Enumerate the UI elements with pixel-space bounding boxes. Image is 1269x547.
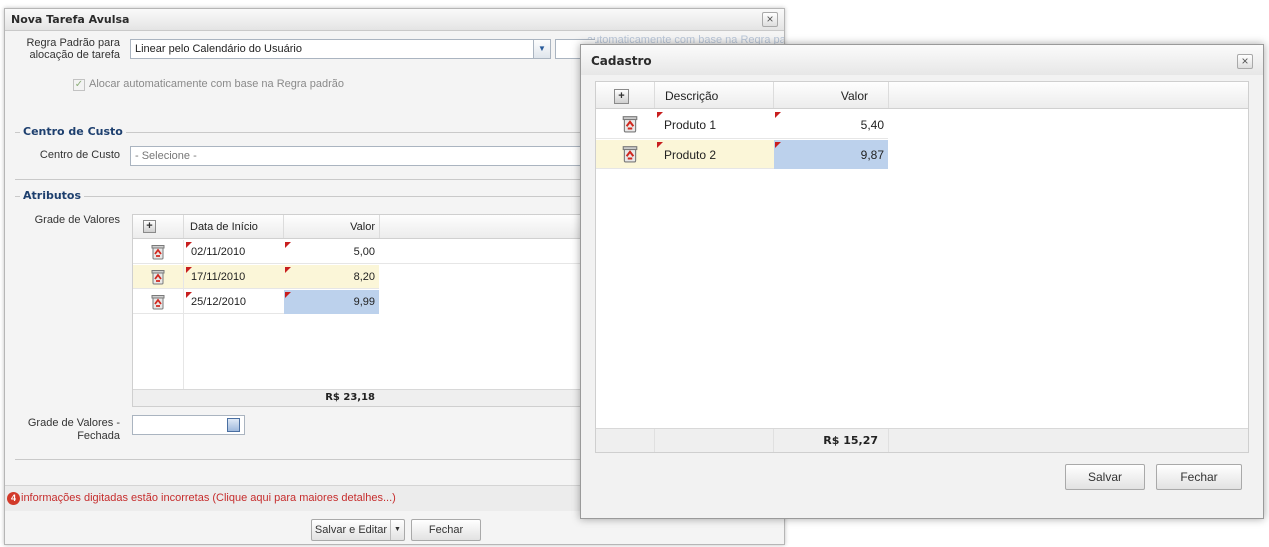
rule-label-line1: Regra Padrão para bbox=[26, 37, 120, 49]
chevron-down-icon[interactable]: ▼ bbox=[533, 40, 550, 58]
values-grid-footer: R$ 23,18 bbox=[133, 389, 586, 406]
row-value[interactable]: 9,87 bbox=[776, 148, 884, 162]
trash-icon[interactable] bbox=[150, 244, 166, 260]
table-row[interactable]: Produto 1 5,40 bbox=[596, 110, 888, 139]
row-value[interactable]: 8,20 bbox=[285, 271, 375, 283]
trash-icon[interactable] bbox=[621, 145, 639, 163]
row-value[interactable]: 5,40 bbox=[776, 118, 884, 132]
error-details-link[interactable]: informações digitadas estão incorretas (… bbox=[21, 492, 396, 504]
cost-center-select-value: - Selecione - bbox=[135, 150, 197, 162]
table-row[interactable]: 17/11/2010 8,20 bbox=[133, 265, 379, 289]
plus-icon[interactable]: + bbox=[143, 220, 156, 233]
cadastro-grid: + Descrição Valor Produto 1 5,40 Produto… bbox=[595, 81, 1249, 453]
attributes-bottom-divider bbox=[15, 459, 585, 460]
main-window-title: Nova Tarefa Avulsa bbox=[11, 13, 130, 26]
grid-column-separator bbox=[379, 215, 380, 238]
save-button[interactable]: Salvar bbox=[1065, 464, 1145, 490]
row-description[interactable]: Produto 1 bbox=[664, 118, 716, 132]
values-grid: + Data de Início Valor 02/11/2010 5,00 1… bbox=[132, 214, 587, 407]
rule-select-value: Linear pelo Calendário do Usuário bbox=[135, 43, 302, 55]
cost-center-section-title: Centro de Custo bbox=[20, 125, 126, 138]
cadastro-grid-col-description[interactable]: Descrição bbox=[665, 89, 718, 103]
row-date[interactable]: 25/12/2010 bbox=[191, 296, 246, 308]
cadastro-dialog: Cadastro × + Descrição Valor Produto 1 5… bbox=[580, 44, 1264, 519]
cost-center-select[interactable]: - Selecione - bbox=[130, 146, 590, 166]
closed-grid-input[interactable] bbox=[132, 415, 245, 435]
row-date[interactable]: 17/11/2010 bbox=[191, 271, 245, 283]
chevron-down-icon[interactable]: ▼ bbox=[390, 520, 404, 540]
dialog-close-button[interactable]: Fechar bbox=[1156, 464, 1242, 490]
save-edit-button-label: Salvar e Editar bbox=[314, 524, 388, 536]
cost-center-label: Centro de Custo bbox=[39, 149, 120, 161]
trash-icon[interactable] bbox=[150, 269, 166, 285]
cadastro-dialog-titlebar[interactable]: Cadastro × bbox=[581, 45, 1263, 75]
values-grid-header: + Data de Início Valor bbox=[133, 215, 586, 239]
closed-grid-label-line1: Grade de Valores - bbox=[27, 417, 120, 429]
attributes-section-title: Atributos bbox=[20, 189, 85, 202]
rule-label: Regra Padrão para alocação de tarefa bbox=[7, 37, 120, 61]
grid-column-separator bbox=[773, 82, 774, 108]
save-edit-button[interactable]: Salvar e Editar ▼ bbox=[311, 519, 405, 541]
rule-select[interactable]: Linear pelo Calendário do Usuário ▼ bbox=[130, 39, 551, 59]
values-grid-label: Grade de Valores bbox=[34, 214, 120, 226]
values-grid-total: R$ 23,18 bbox=[325, 392, 375, 403]
closed-grid-label: Grade de Valores - Fechada bbox=[7, 417, 120, 443]
grid-column-separator bbox=[183, 215, 184, 238]
grid-column-separator bbox=[654, 82, 655, 108]
rule-label-line2: alocação de tarefa bbox=[29, 49, 120, 61]
auto-alloc-checkbox[interactable]: ✓ bbox=[73, 79, 85, 91]
close-button[interactable]: Fechar bbox=[411, 519, 481, 541]
dirty-marker bbox=[657, 112, 663, 118]
values-grid-col-date[interactable]: Data de Início bbox=[190, 221, 258, 233]
closed-grid-label-line2: Fechada bbox=[77, 430, 120, 442]
calendar-icon[interactable] bbox=[227, 418, 240, 432]
trash-icon[interactable] bbox=[150, 294, 166, 310]
row-value[interactable]: 9,99 bbox=[285, 296, 375, 308]
cadastro-grid-total: R$ 15,27 bbox=[823, 434, 878, 447]
trash-icon[interactable] bbox=[621, 115, 639, 133]
main-window-close-icon[interactable]: × bbox=[762, 12, 778, 27]
cadastro-grid-header: + Descrição Valor bbox=[596, 82, 1248, 109]
table-row[interactable]: 02/11/2010 5,00 bbox=[133, 240, 586, 264]
cadastro-grid-col-value[interactable]: Valor bbox=[776, 89, 868, 103]
auto-alloc-label: Alocar automaticamente com base na Regra… bbox=[89, 78, 344, 90]
values-grid-col-value[interactable]: Valor bbox=[285, 221, 375, 233]
row-value[interactable]: 5,00 bbox=[285, 246, 375, 258]
row-description[interactable]: Produto 2 bbox=[664, 148, 716, 162]
grid-column-separator bbox=[654, 429, 655, 452]
row-date[interactable]: 02/11/2010 bbox=[191, 246, 245, 258]
grid-column-separator bbox=[888, 82, 889, 108]
cadastro-grid-footer: R$ 15,27 bbox=[596, 428, 1248, 452]
cadastro-dialog-close-icon[interactable]: × bbox=[1237, 54, 1253, 69]
grid-column-separator bbox=[283, 215, 284, 238]
cost-center-bottom-divider bbox=[15, 179, 585, 180]
attributes-divider bbox=[15, 196, 585, 197]
grid-column-separator bbox=[183, 240, 184, 389]
plus-icon[interactable]: + bbox=[614, 89, 629, 104]
main-window-titlebar[interactable]: Nova Tarefa Avulsa × bbox=[5, 9, 784, 31]
grid-column-separator bbox=[888, 429, 889, 452]
grid-column-separator bbox=[773, 429, 774, 452]
cadastro-dialog-title: Cadastro bbox=[591, 54, 652, 68]
error-icon: 4 bbox=[7, 492, 20, 505]
table-row[interactable]: Produto 2 9,87 bbox=[596, 140, 888, 169]
table-row[interactable]: 25/12/2010 9,99 bbox=[133, 290, 379, 314]
dirty-marker bbox=[657, 142, 663, 148]
